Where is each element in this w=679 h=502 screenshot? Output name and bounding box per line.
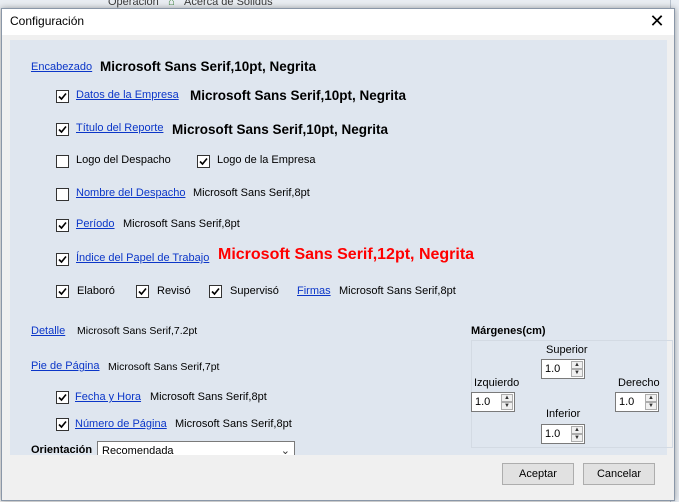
margen-inferior-label: Inferior (546, 408, 581, 420)
margen-derecho-spinner[interactable]: 1.0 ▲ ▼ (615, 392, 659, 412)
margen-superior-value: 1.0 (545, 363, 561, 375)
pie-pagina-link[interactable]: Pie de Página (31, 360, 100, 372)
margen-inferior-spinner[interactable]: 1.0 ▲ ▼ (541, 424, 585, 444)
pie-pagina-font: Microsoft Sans Serif,7pt (108, 361, 220, 373)
margen-izquierdo-spinner[interactable]: 1.0 ▲ ▼ (471, 392, 515, 412)
periodo-checkbox[interactable] (56, 219, 69, 232)
dialog-title: Configuración (10, 14, 85, 28)
reviso-label: Revisó (157, 285, 191, 297)
margen-izquierdo-label: Izquierdo (474, 377, 520, 389)
numero-pagina-checkbox[interactable] (56, 418, 69, 431)
datos-empresa-font: Microsoft Sans Serif,10pt, Negrita (190, 88, 407, 103)
dialog-titlebar: Configuración ✕ (2, 9, 674, 35)
spinner-down-icon[interactable]: ▼ (645, 402, 657, 410)
close-icon[interactable]: ✕ (642, 10, 672, 34)
elaboro-label: Elaboró (77, 285, 115, 297)
logo-empresa-label: Logo de la Empresa (217, 154, 316, 166)
logo-despacho-label: Logo del Despacho (76, 154, 171, 166)
spinner-down-icon[interactable]: ▼ (571, 434, 583, 442)
periodo-link[interactable]: Período (76, 218, 115, 230)
spinner-up-icon[interactable]: ▲ (571, 361, 583, 369)
margen-izquierdo-value: 1.0 (475, 396, 491, 408)
margen-superior-spinner[interactable]: 1.0 ▲ ▼ (541, 359, 585, 379)
accept-button[interactable]: Aceptar (502, 463, 574, 485)
nombre-despacho-checkbox[interactable] (56, 188, 69, 201)
nombre-despacho-font: Microsoft Sans Serif,8pt (193, 187, 310, 199)
numero-pagina-font: Microsoft Sans Serif,8pt (175, 418, 292, 430)
indice-link[interactable]: Índice del Papel de Trabajo (76, 252, 209, 264)
encabezado-link[interactable]: Encabezado (31, 61, 92, 73)
indice-font: Microsoft Sans Serif,12pt, Negrita (218, 246, 475, 263)
spinner-down-icon[interactable]: ▼ (501, 402, 513, 410)
fecha-hora-font: Microsoft Sans Serif,8pt (150, 391, 267, 403)
fecha-hora-link[interactable]: Fecha y Hora (75, 391, 141, 403)
dialog-footer: Aceptar Cancelar (2, 455, 674, 500)
logo-empresa-checkbox[interactable] (197, 155, 210, 168)
margen-superior-label: Superior (546, 344, 588, 356)
firmas-font: Microsoft Sans Serif,8pt (339, 285, 456, 297)
detalle-link[interactable]: Detalle (31, 325, 65, 337)
indice-checkbox[interactable] (56, 253, 69, 266)
periodo-font: Microsoft Sans Serif,8pt (123, 218, 240, 230)
spinner-down-icon[interactable]: ▼ (571, 369, 583, 377)
elaboro-checkbox[interactable] (56, 285, 69, 298)
home-icon: ⌂ (168, 0, 175, 8)
reviso-checkbox[interactable] (136, 285, 149, 298)
numero-pagina-link[interactable]: Número de Página (75, 418, 167, 430)
cancel-button[interactable]: Cancelar (583, 463, 655, 485)
superviso-checkbox[interactable] (209, 285, 222, 298)
configuracion-dialog: Configuración ✕ Encabezado Microsoft San… (1, 8, 675, 501)
logo-despacho-checkbox[interactable] (56, 155, 69, 168)
spinner-up-icon[interactable]: ▲ (645, 394, 657, 402)
encabezado-font: Microsoft Sans Serif,10pt, Negrita (100, 59, 317, 74)
superviso-label: Supervisó (230, 285, 279, 297)
titulo-reporte-checkbox[interactable] (56, 123, 69, 136)
spinner-up-icon[interactable]: ▲ (571, 426, 583, 434)
background-menu-operacion: Operación (108, 0, 159, 8)
background-menu-acerca: Acerca de Solidus (184, 0, 273, 8)
datos-empresa-checkbox[interactable] (56, 90, 69, 103)
titulo-reporte-link[interactable]: Título del Reporte (76, 122, 163, 134)
nombre-despacho-link[interactable]: Nombre del Despacho (76, 187, 185, 199)
settings-panel: Encabezado Microsoft Sans Serif,10pt, Ne… (10, 40, 673, 461)
titulo-reporte-font: Microsoft Sans Serif,10pt, Negrita (172, 122, 389, 137)
margen-inferior-value: 1.0 (545, 428, 561, 440)
spinner-up-icon[interactable]: ▲ (501, 394, 513, 402)
firmas-link[interactable]: Firmas (297, 285, 331, 297)
fecha-hora-checkbox[interactable] (56, 391, 69, 404)
detalle-font: Microsoft Sans Serif,7.2pt (77, 325, 198, 337)
margen-derecho-value: 1.0 (619, 396, 635, 408)
margenes-title: Márgenes(cm) (471, 325, 546, 337)
datos-empresa-link[interactable]: Datos de la Empresa (76, 89, 179, 101)
margen-derecho-label: Derecho (618, 377, 660, 389)
